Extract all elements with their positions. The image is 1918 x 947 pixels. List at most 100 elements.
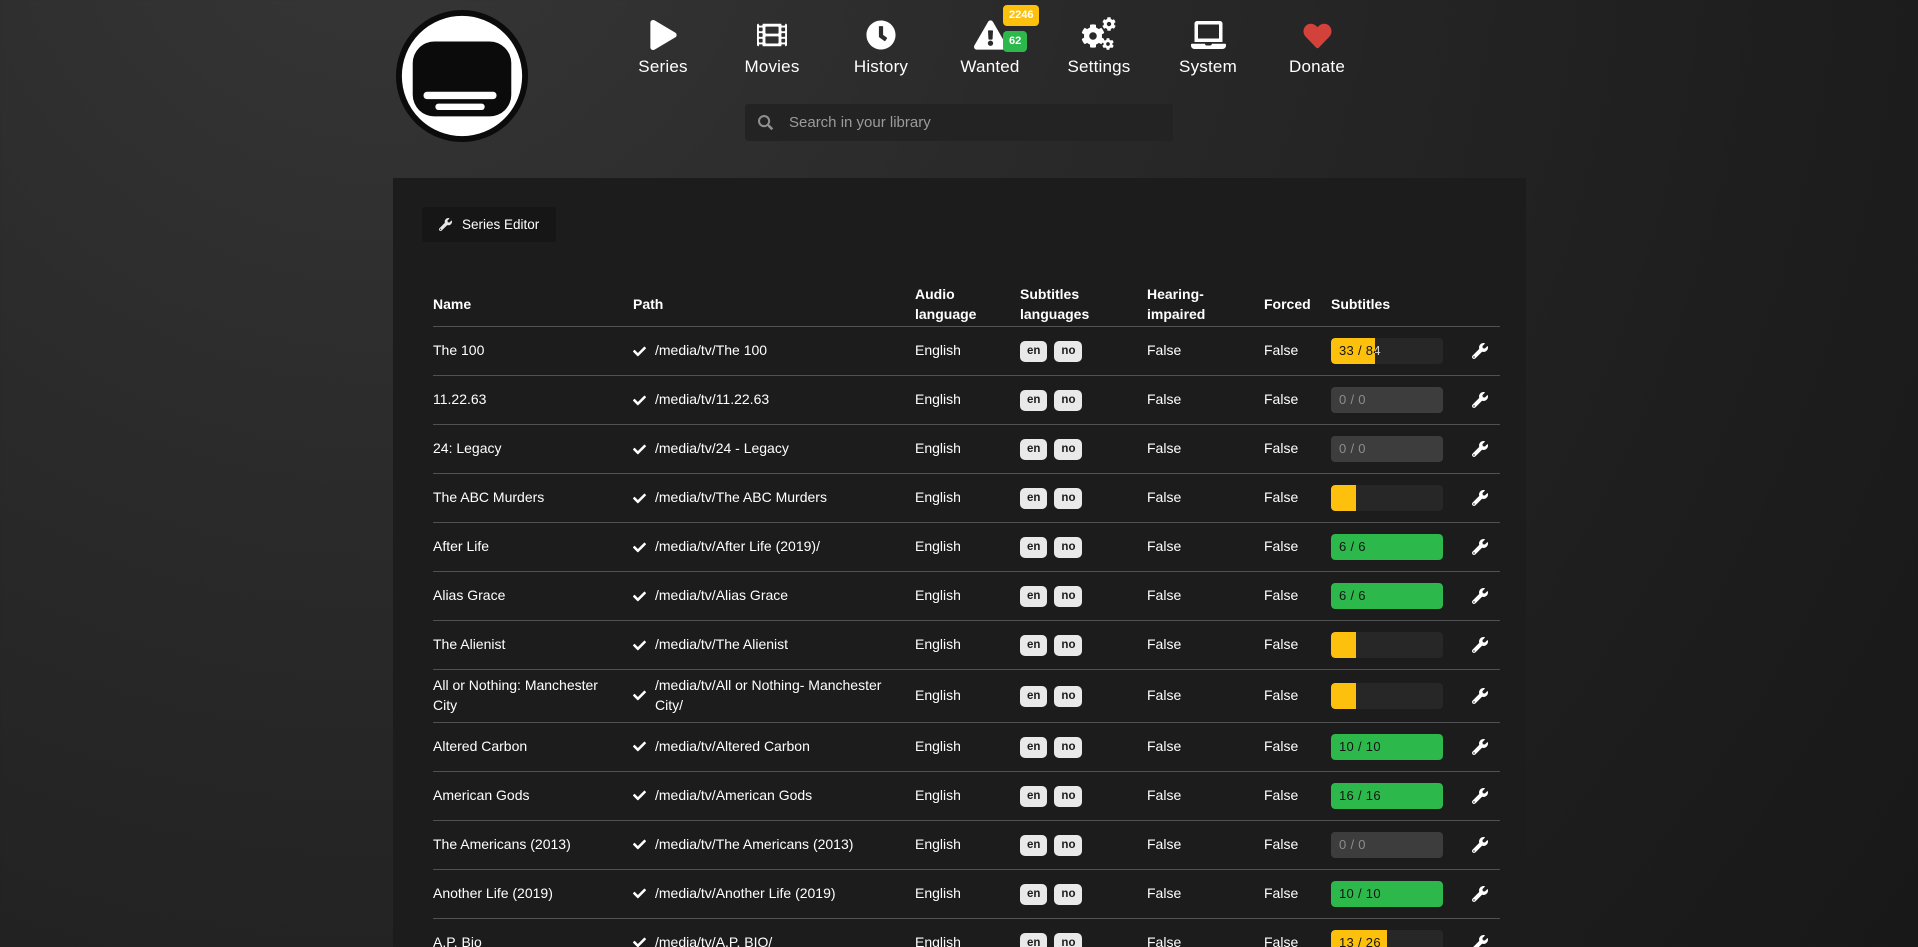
- audio-language: English: [915, 686, 1020, 706]
- bazarr-logo[interactable]: [393, 7, 531, 145]
- edit-series-wrench-icon[interactable]: [1472, 739, 1488, 755]
- nav-label: History: [854, 57, 908, 77]
- subtitles-languages: enno: [1020, 785, 1147, 808]
- series-name[interactable]: The Alienist: [433, 635, 633, 655]
- hearing-impaired: False: [1147, 341, 1264, 361]
- edit-series-wrench-icon[interactable]: [1472, 539, 1488, 555]
- edit-series-wrench-icon[interactable]: [1472, 588, 1488, 604]
- table-row: After Life /media/tv/After Life (2019)/ …: [433, 522, 1500, 571]
- check-icon: [633, 740, 646, 753]
- series-name[interactable]: 11.22.63: [433, 390, 633, 410]
- series-path: /media/tv/The 100: [633, 341, 915, 361]
- language-badge: no: [1054, 488, 1082, 510]
- edit-series-wrench-icon[interactable]: [1472, 441, 1488, 457]
- edit-series-wrench-icon[interactable]: [1472, 392, 1488, 408]
- edit-series-wrench-icon[interactable]: [1472, 637, 1488, 653]
- check-icon: [633, 789, 646, 802]
- series-name[interactable]: Another Life (2019): [433, 884, 633, 904]
- subtitles-progress: 10 / 1010 / 10: [1331, 881, 1443, 907]
- nav-item-wanted[interactable]: Wanted 2246 62: [945, 14, 1035, 77]
- hearing-impaired: False: [1147, 586, 1264, 606]
- series-editor-button[interactable]: Series Editor: [422, 207, 556, 242]
- edit-series-wrench-icon[interactable]: [1472, 490, 1488, 506]
- series-path: /media/tv/The ABC Murders: [633, 488, 915, 508]
- series-path: /media/tv/11.22.63: [633, 390, 915, 410]
- language-badge: no: [1054, 884, 1082, 906]
- series-name[interactable]: After Life: [433, 537, 633, 557]
- series-name[interactable]: A.P. Bio: [433, 933, 633, 947]
- language-badge: no: [1054, 537, 1082, 559]
- series-name[interactable]: All or Nothing: Manchester City: [433, 676, 633, 716]
- series-name[interactable]: The 100: [433, 341, 633, 361]
- nav-item-system[interactable]: System: [1163, 14, 1253, 77]
- series-name[interactable]: The ABC Murders: [433, 488, 633, 508]
- series-path-text: /media/tv/All or Nothing- Manchester Cit…: [655, 676, 903, 716]
- series-name[interactable]: Alias Grace: [433, 586, 633, 606]
- hearing-impaired: False: [1147, 933, 1264, 947]
- subtitles-languages: enno: [1020, 634, 1147, 657]
- bazarr-logo-icon: [393, 7, 531, 145]
- top-navigation: Series Movies History Wanted 2246 62: [618, 14, 1362, 77]
- search-input[interactable]: [745, 104, 1173, 141]
- edit-series-wrench-icon[interactable]: [1472, 886, 1488, 902]
- forced: False: [1264, 341, 1331, 361]
- hearing-impaired: False: [1147, 488, 1264, 508]
- forced: False: [1264, 933, 1331, 947]
- edit-series-wrench-icon[interactable]: [1472, 343, 1488, 359]
- hearing-impaired: False: [1147, 786, 1264, 806]
- nav-label: Series: [638, 57, 687, 77]
- nav-item-settings[interactable]: Settings: [1054, 14, 1144, 77]
- nav-item-history[interactable]: History: [836, 14, 926, 77]
- language-badge: en: [1020, 786, 1047, 808]
- audio-language: English: [915, 635, 1020, 655]
- column-header-subtitles: Subtitles: [1331, 295, 1460, 315]
- series-path-text: /media/tv/American Gods: [655, 786, 812, 806]
- nav-item-series[interactable]: Series: [618, 14, 708, 77]
- check-icon: [633, 345, 646, 358]
- subtitles-progress: 10 / 1010 / 10: [1331, 734, 1443, 760]
- series-name[interactable]: 24: Legacy: [433, 439, 633, 459]
- series-path-text: /media/tv/The Alienist: [655, 635, 788, 655]
- series-name[interactable]: The Americans (2013): [433, 835, 633, 855]
- audio-language: English: [915, 737, 1020, 757]
- language-badge: en: [1020, 341, 1047, 363]
- forced: False: [1264, 737, 1331, 757]
- subtitles-languages: enno: [1020, 340, 1147, 363]
- audio-language: English: [915, 537, 1020, 557]
- table-row: 11.22.63 /media/tv/11.22.63 English enno…: [433, 375, 1500, 424]
- audio-language: English: [915, 488, 1020, 508]
- audio-language: English: [915, 933, 1020, 947]
- wrench-icon: [439, 218, 452, 231]
- subtitles-languages: enno: [1020, 389, 1147, 412]
- column-header-forced: Forced: [1264, 295, 1331, 315]
- edit-series-wrench-icon[interactable]: [1472, 688, 1488, 704]
- table-row: 24: Legacy /media/tv/24 - Legacy English…: [433, 424, 1500, 473]
- edit-series-wrench-icon[interactable]: [1472, 788, 1488, 804]
- series-path-text: /media/tv/The 100: [655, 341, 767, 361]
- series-path: /media/tv/All or Nothing- Manchester Cit…: [633, 676, 915, 716]
- edit-series-wrench-icon[interactable]: [1472, 837, 1488, 853]
- edit-series-wrench-icon[interactable]: [1472, 935, 1488, 947]
- audio-language: English: [915, 439, 1020, 459]
- language-badge: no: [1054, 737, 1082, 759]
- check-icon: [633, 936, 646, 947]
- subtitles-languages: enno: [1020, 487, 1147, 510]
- nav-item-donate[interactable]: Donate: [1272, 14, 1362, 77]
- series-name[interactable]: Altered Carbon: [433, 737, 633, 757]
- search-icon: [758, 115, 773, 130]
- nav-item-movies[interactable]: Movies: [727, 14, 817, 77]
- language-badge: en: [1020, 635, 1047, 657]
- series-path: /media/tv/American Gods: [633, 786, 915, 806]
- language-badge: en: [1020, 586, 1047, 608]
- subtitles-progress: 6 / 66 / 6: [1331, 534, 1443, 560]
- language-badge: no: [1054, 439, 1082, 461]
- series-table: Name Path Audio language Subtitles langu…: [433, 284, 1500, 947]
- subtitles-progress: 6 / 66 / 6: [1331, 583, 1443, 609]
- series-path-text: /media/tv/11.22.63: [655, 390, 769, 410]
- subtitles-languages: enno: [1020, 932, 1147, 947]
- check-icon: [633, 887, 646, 900]
- language-badge: no: [1054, 341, 1082, 363]
- series-name[interactable]: American Gods: [433, 786, 633, 806]
- library-search: [745, 104, 1173, 141]
- hearing-impaired: False: [1147, 835, 1264, 855]
